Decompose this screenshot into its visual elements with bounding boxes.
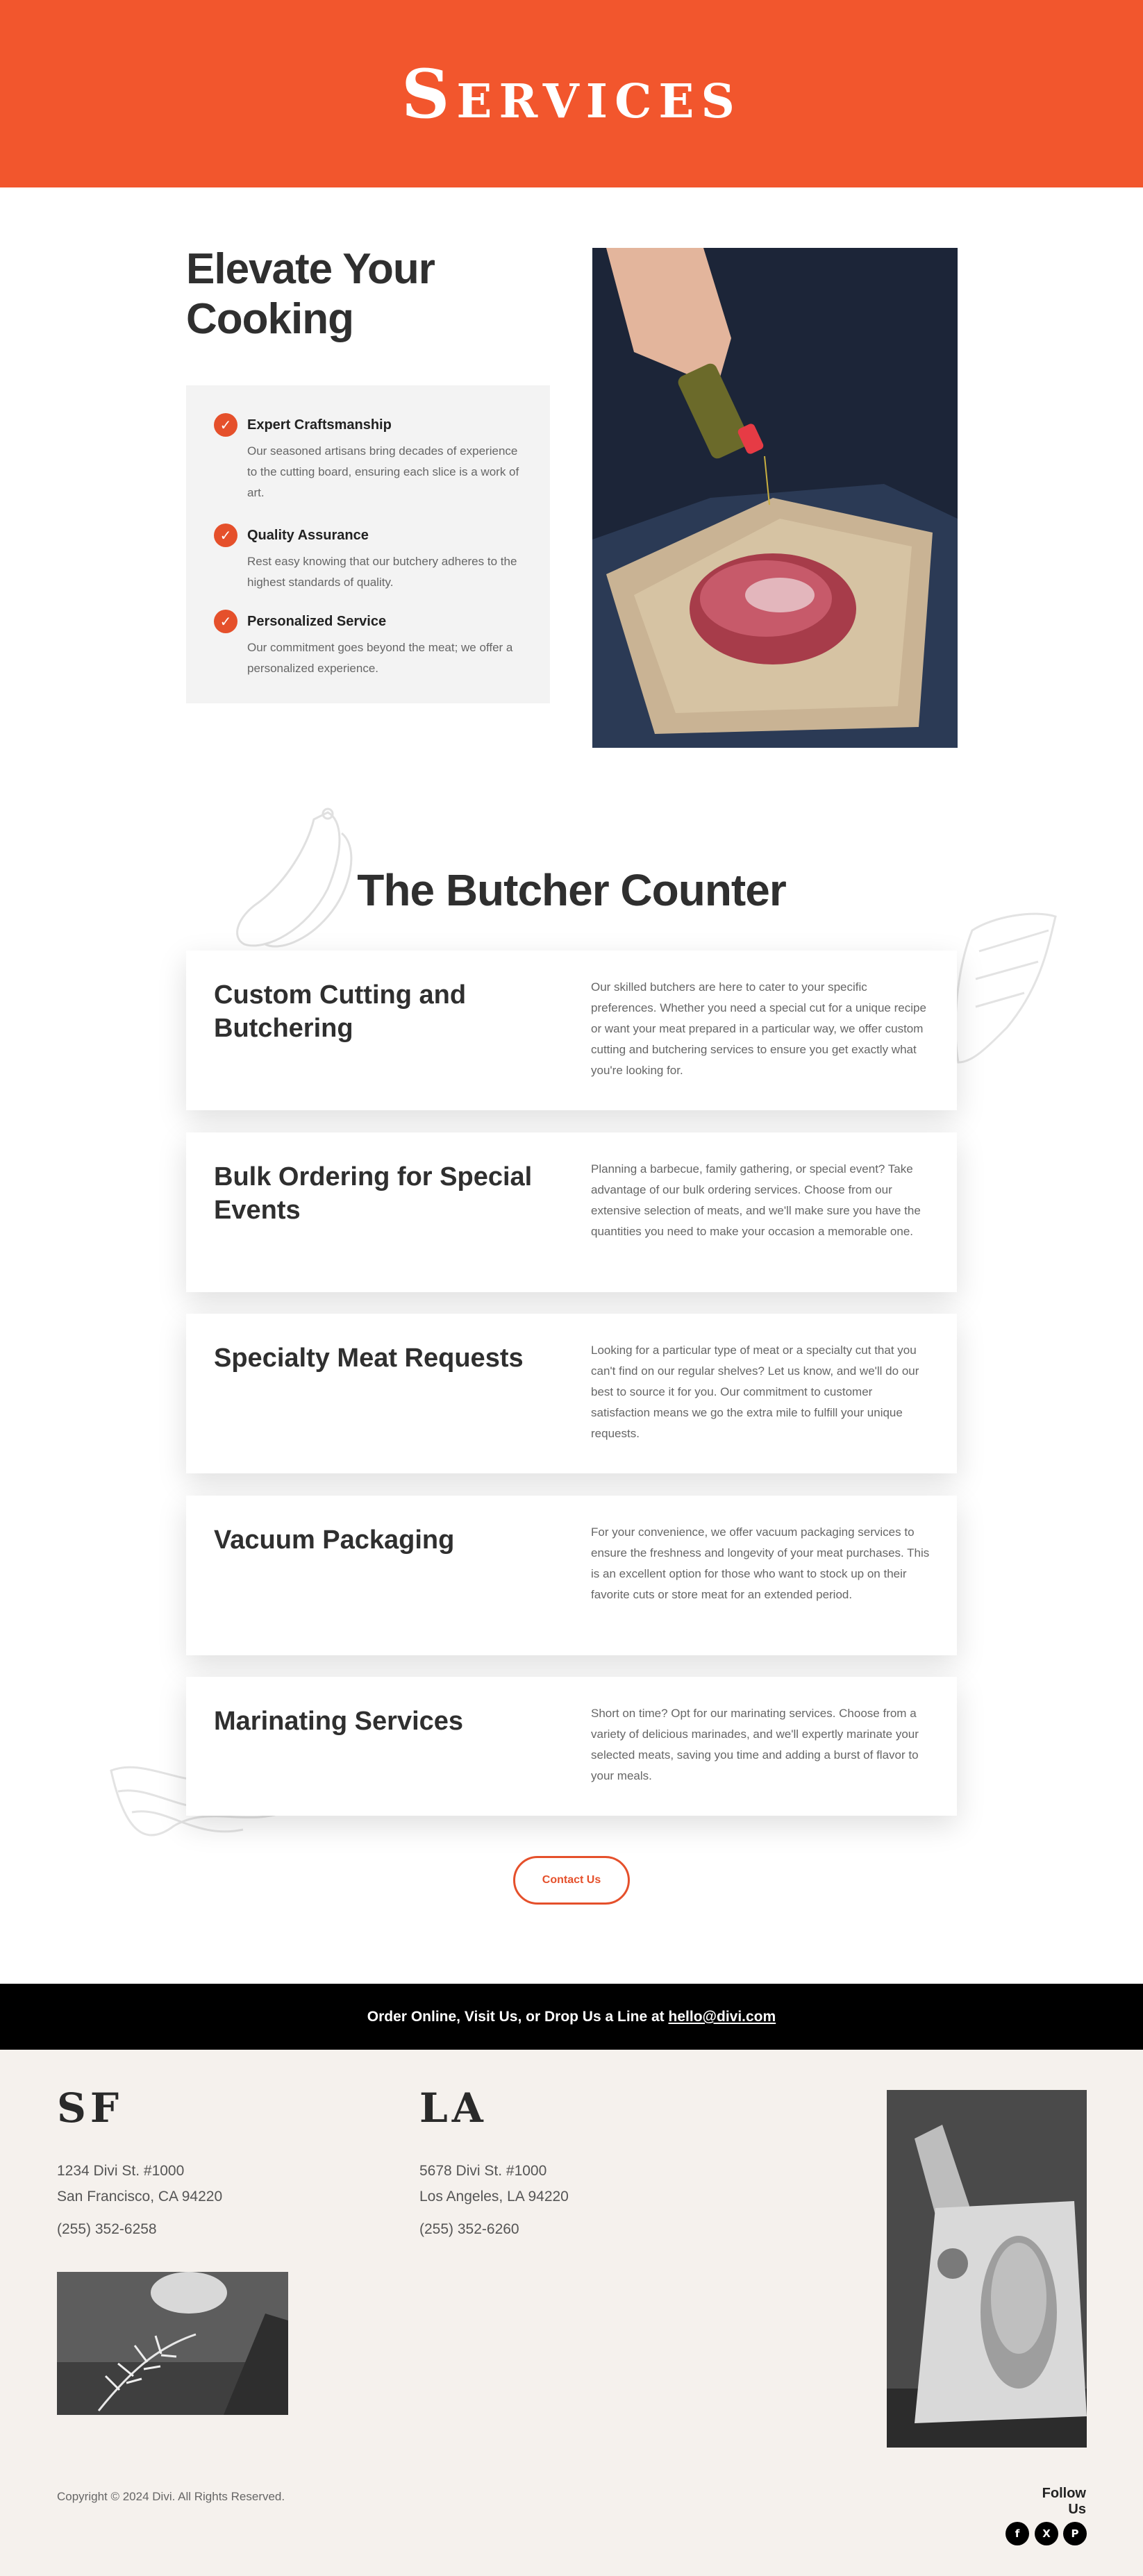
section-title: The Butcher Counter bbox=[357, 865, 786, 915]
feature-title: Quality Assurance bbox=[247, 528, 369, 543]
pinterest-icon[interactable]: P bbox=[1063, 2522, 1087, 2545]
address-line2: San Francisco, CA 94220 bbox=[57, 2189, 223, 2205]
service-description: Our skilled butchers are here to cater t… bbox=[591, 980, 926, 1077]
follow-us-label: Follow Us bbox=[1042, 2486, 1086, 2517]
service-card: Custom Cutting and Butchering Our skille… bbox=[186, 951, 957, 1110]
page-title: Services bbox=[401, 54, 742, 133]
location-code: LA bbox=[419, 2084, 487, 2132]
photo-illustration bbox=[592, 248, 958, 748]
steak-board-illustration bbox=[887, 2090, 1087, 2448]
oil-pouring-steak-photo bbox=[592, 248, 958, 748]
address-line1: 5678 Divi St. #1000 bbox=[419, 2163, 547, 2179]
feature-item: ✓ Personalized Service Our commitment go… bbox=[214, 610, 522, 679]
service-card: Bulk Ordering for Special Events Plannin… bbox=[186, 1132, 957, 1292]
service-description: Looking for a particular type of meat or… bbox=[591, 1344, 919, 1440]
intro-heading: Elevate Your Cooking bbox=[186, 244, 547, 344]
cta-text: Order Online, Visit Us, or Drop Us a Lin… bbox=[367, 2009, 669, 2025]
check-icon: ✓ bbox=[214, 524, 237, 547]
contact-us-button[interactable]: Contact Us bbox=[513, 1856, 630, 1905]
service-card: Specialty Meat Requests Looking for a pa… bbox=[186, 1314, 957, 1473]
service-description: Planning a barbecue, family gathering, o… bbox=[591, 1162, 921, 1238]
ribs-illustration-icon bbox=[954, 912, 1057, 1064]
service-title: Specialty Meat Requests bbox=[214, 1344, 524, 1373]
steak-board-photo bbox=[887, 2090, 1087, 2448]
service-title: Marinating Services bbox=[214, 1707, 464, 1736]
phone-number: (255) 352-6258 bbox=[57, 2221, 157, 2237]
feature-text: Our seasoned artisans bring decades of e… bbox=[247, 444, 519, 499]
check-icon: ✓ bbox=[214, 610, 237, 633]
address-line1: 1234 Divi St. #1000 bbox=[57, 2163, 185, 2179]
feature-title: Personalized Service bbox=[247, 614, 387, 629]
service-card: Vacuum Packaging For your convenience, w… bbox=[186, 1496, 957, 1655]
feature-text: Rest easy knowing that our butchery adhe… bbox=[247, 555, 517, 589]
copyright-text: Copyright © 2024 Divi. All Rights Reserv… bbox=[57, 2490, 285, 2503]
service-card: Marinating Services Short on time? Opt f… bbox=[186, 1677, 957, 1816]
service-title: Vacuum Packaging bbox=[214, 1525, 455, 1555]
address-line2: Los Angeles, LA 94220 bbox=[419, 2189, 569, 2205]
hero-banner: Services bbox=[0, 0, 1143, 187]
herb-photo bbox=[57, 2272, 288, 2415]
service-description: For your convenience, we offer vacuum pa… bbox=[591, 1525, 930, 1601]
feature-text: Our commitment goes beyond the meat; we … bbox=[247, 641, 513, 675]
x-icon[interactable]: X bbox=[1035, 2522, 1058, 2545]
email-link[interactable]: hello@divi.com bbox=[669, 2009, 776, 2025]
service-title: Custom Cutting and Butchering bbox=[214, 980, 467, 1043]
feature-item: ✓ Expert Craftsmanship Our seasoned arti… bbox=[214, 413, 522, 503]
cta-bar: Order Online, Visit Us, or Drop Us a Lin… bbox=[0, 1984, 1143, 2050]
check-icon: ✓ bbox=[214, 413, 237, 437]
location-code: SF bbox=[57, 2084, 124, 2132]
phone-number: (255) 352-6260 bbox=[419, 2221, 519, 2237]
facebook-icon[interactable]: f bbox=[1006, 2522, 1029, 2545]
feature-list: ✓ Expert Craftsmanship Our seasoned arti… bbox=[186, 385, 550, 703]
herb-photo-illustration bbox=[57, 2272, 288, 2415]
service-title: Bulk Ordering for Special Events bbox=[214, 1162, 533, 1225]
service-description: Short on time? Opt for our marinating se… bbox=[591, 1707, 919, 1782]
intro-heading-line2: Cooking bbox=[186, 295, 354, 343]
feature-title: Expert Craftsmanship bbox=[247, 417, 392, 433]
feature-item: ✓ Quality Assurance Rest easy knowing th… bbox=[214, 524, 522, 593]
intro-heading-line1: Elevate Your bbox=[186, 245, 435, 293]
